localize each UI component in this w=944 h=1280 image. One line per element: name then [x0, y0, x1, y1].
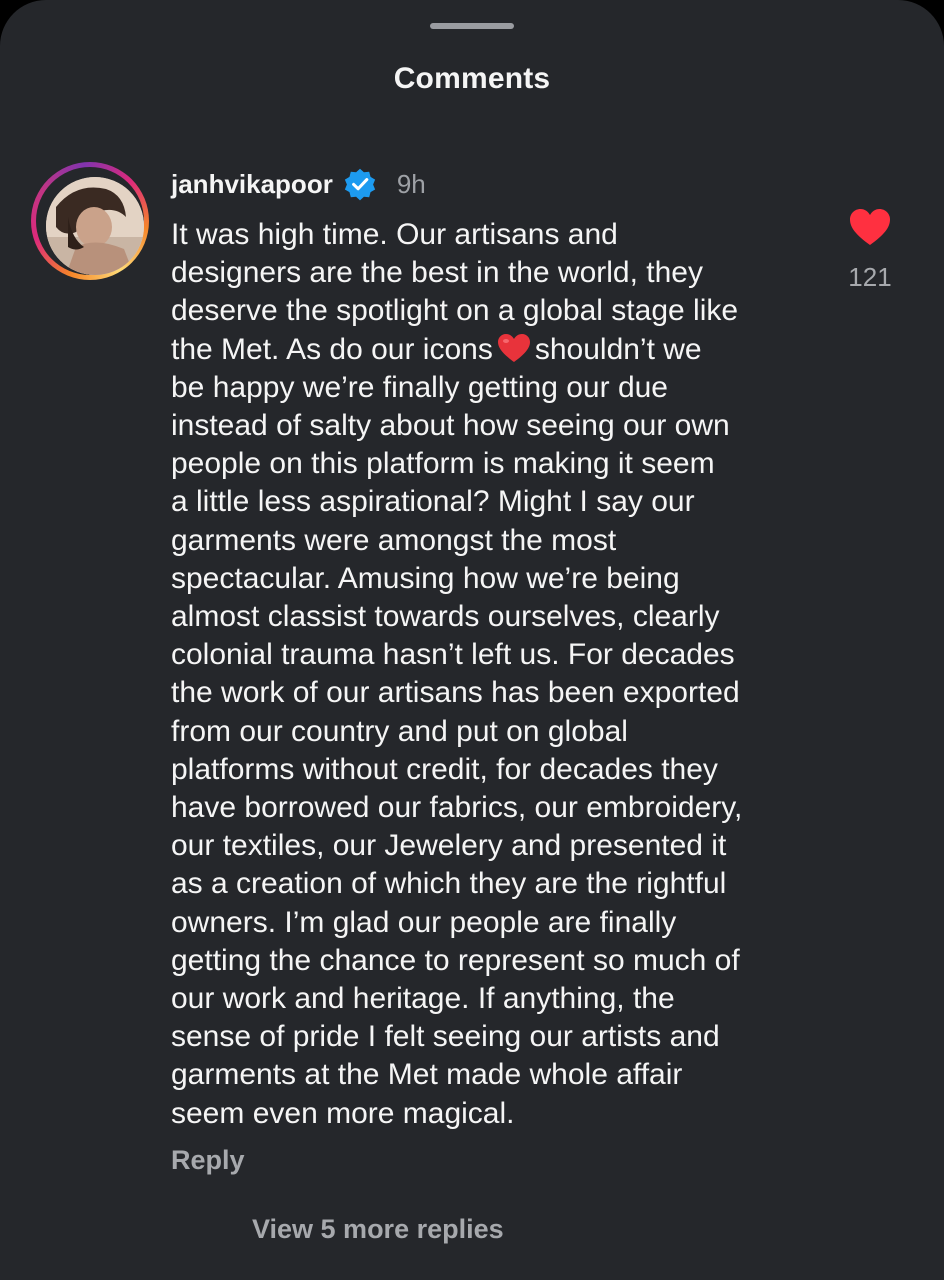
comment-text: It was high time. Our artisans and desig… — [171, 216, 811, 1133]
comment-line: have borrowed our fabrics, our embroider… — [171, 791, 743, 825]
story-ring[interactable] — [31, 162, 149, 280]
heart-filled-icon[interactable] — [848, 207, 892, 247]
comment-line: the Met. As do our icons shouldn’t we — [171, 332, 702, 366]
sheet-title: Comments — [393, 62, 551, 95]
comment-line: spectacular. Amusing how we’re being — [171, 561, 680, 595]
comment-line: our textiles, our Jewelery and presented… — [171, 829, 727, 863]
comment-header: janhvikapoor 9h — [171, 166, 426, 202]
comment-line: owners. I’m glad our people are finally — [171, 905, 677, 939]
comments-sheet: Comments janhvikapoor 9h It was high tim… — [0, 0, 944, 1280]
comment-line: garments were amongst the most — [171, 523, 617, 557]
comment-time: 9h — [396, 168, 426, 199]
like-count: 121 — [848, 262, 892, 292]
comment-line: as a creation of which they are the righ… — [171, 867, 727, 901]
comment-line: almost classist towards ourselves, clear… — [171, 600, 720, 634]
view-more-replies-button[interactable]: View 5 more replies — [252, 1214, 504, 1245]
comment-line: our work and heritage. If anything, the — [171, 982, 675, 1016]
comment-line: platforms without credit, for decades th… — [171, 752, 718, 786]
comment-line: a little less aspirational? Might I say … — [171, 485, 695, 519]
comment-line: garments at the Met made whole affair — [171, 1058, 683, 1092]
reply-button[interactable]: Reply — [171, 1145, 245, 1176]
comment-line: designers are the best in the world, the… — [171, 256, 703, 290]
comment-line: be happy we’re finally getting our due — [171, 370, 668, 404]
comment-line: getting the chance to represent so much … — [171, 943, 740, 977]
comment-line: the work of our artisans has been export… — [171, 676, 740, 710]
username[interactable]: janhvikapoor — [171, 169, 333, 200]
comment-line: deserve the spotlight on a global stage … — [171, 294, 739, 328]
comment-line: It was high time. Our artisans and — [171, 218, 618, 251]
avatar-photo — [46, 177, 144, 275]
red-heart-emoji — [497, 333, 530, 362]
comment-line: from our country and put on global — [171, 714, 628, 748]
drag-handle[interactable] — [430, 23, 514, 29]
avatar[interactable] — [46, 177, 144, 275]
comment-line: colonial trauma hasn’t left us. For deca… — [171, 638, 735, 672]
comment-line: instead of salty about how seeing our ow… — [171, 409, 730, 443]
verified-badge-icon — [344, 168, 375, 201]
comment-line: people on this platform is making it see… — [171, 447, 715, 481]
comment-line: seem even more magical. — [171, 1096, 515, 1130]
comment-line: sense of pride I felt seeing our artists… — [171, 1020, 720, 1054]
